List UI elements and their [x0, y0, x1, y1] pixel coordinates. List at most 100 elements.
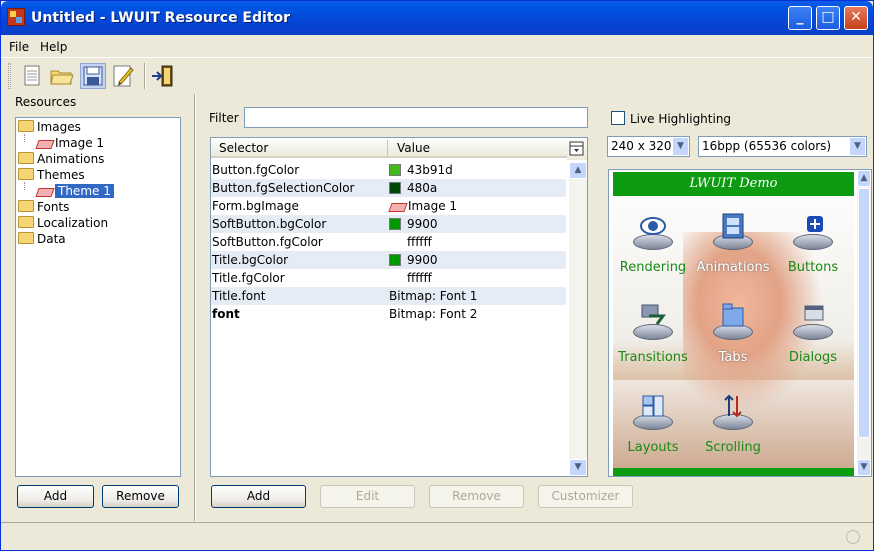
value-text: ffffff	[407, 235, 432, 249]
open-folder-icon	[50, 70, 74, 85]
resource-tree[interactable]: Images Image 1 Animations Themes Theme 1…	[15, 117, 181, 477]
add-theme-entry-button[interactable]: Add	[211, 485, 306, 508]
toolbar	[1, 59, 873, 93]
tree-node-theme-1[interactable]: Theme 1	[36, 183, 114, 199]
window-title: Untitled - LWUIT Resource Editor	[31, 10, 291, 26]
scroll-up-button[interactable]: ▲	[569, 162, 587, 179]
edit-button[interactable]	[110, 63, 136, 89]
table-row[interactable]: SoftButton.bgColor 9900	[211, 215, 566, 233]
soft-button-bar[interactable]	[613, 468, 854, 476]
tree-node-localization[interactable]: Localization	[18, 215, 108, 231]
selector-cell: Title.font	[212, 289, 266, 303]
demo-item-transitions[interactable]: Transitions	[613, 300, 693, 365]
table-row[interactable]: SoftButton.fgColor ffffff	[211, 233, 566, 251]
table-scrollbar[interactable]: ▲ ▼	[569, 162, 587, 476]
close-button[interactable]: ✕	[844, 6, 868, 30]
chevron-down-icon: ▼	[677, 141, 684, 151]
color-swatch	[389, 182, 401, 194]
color-swatch	[389, 272, 401, 284]
tree-line	[24, 182, 25, 190]
demo-item-buttons[interactable]: Buttons	[773, 210, 853, 275]
table-row[interactable]: Form.bgImage Image 1	[211, 197, 566, 215]
device-preview[interactable]: LWUIT Demo Rendering Animations Buttons …	[608, 169, 872, 477]
demo-item-dialogs[interactable]: Dialogs	[773, 300, 853, 365]
tree-line	[24, 134, 25, 142]
demo-item-layouts[interactable]: Layouts	[613, 390, 693, 455]
tree-node-animations[interactable]: Animations	[18, 151, 104, 167]
preview-scroll-up[interactable]: ▲	[857, 170, 871, 187]
toolbar-grip[interactable]	[8, 63, 11, 89]
table-row[interactable]: font Bitmap: Font 2	[211, 305, 566, 323]
value-text: Image 1	[408, 199, 458, 213]
film-icon	[722, 213, 744, 239]
demo-item-tabs[interactable]: Tabs	[693, 300, 773, 365]
column-chooser-icon	[569, 141, 584, 156]
chevron-up-icon: ▲	[574, 165, 582, 175]
tree-node-images[interactable]: Images	[18, 119, 81, 135]
preview-scroll-thumb[interactable]	[858, 188, 870, 438]
resolution-dropdown-button[interactable]: ▼	[672, 137, 689, 156]
column-selector[interactable]: Selector	[219, 141, 268, 155]
save-button[interactable]	[80, 63, 106, 89]
tree-label: Data	[37, 232, 66, 246]
selector-cell: Title.bgColor	[212, 253, 289, 267]
minimize-icon: _	[796, 9, 804, 25]
edit-theme-entry-button[interactable]: Edit	[320, 485, 415, 508]
demo-item-scrolling[interactable]: Scrolling	[693, 390, 773, 455]
demo-item-rendering[interactable]: Rendering	[613, 210, 693, 275]
layout-icon	[642, 395, 664, 417]
value-text: 480a	[407, 181, 438, 195]
split-divider[interactable]	[194, 94, 196, 521]
filter-label: Filter	[209, 111, 239, 125]
maximize-button[interactable]: □	[816, 6, 840, 30]
scroll-down-button[interactable]: ▼	[569, 459, 587, 476]
new-file-button[interactable]	[19, 63, 45, 89]
live-highlighting-checkbox[interactable]	[611, 111, 625, 125]
color-swatch	[389, 218, 401, 230]
table-row[interactable]: Title.bgColor 9900	[211, 251, 566, 269]
exit-button[interactable]	[150, 63, 176, 89]
resolution-select[interactable]: 240 x 320 ▼	[607, 136, 690, 157]
folder-icon	[18, 152, 34, 164]
tree-node-image-1[interactable]: Image 1	[36, 135, 104, 151]
chevron-down-icon: ▼	[854, 141, 861, 151]
preview-scroll-down[interactable]: ▼	[857, 459, 871, 476]
app-icon[interactable]	[7, 8, 25, 26]
table-row[interactable]: Title.fgColor ffffff	[211, 269, 566, 287]
filter-input[interactable]	[244, 107, 588, 128]
color-depth-value: 16bpp (65536 colors)	[702, 139, 832, 153]
phone-screen[interactable]: LWUIT Demo Rendering Animations Buttons …	[613, 172, 854, 476]
add-resource-button[interactable]: Add	[17, 485, 94, 508]
tree-node-fonts[interactable]: Fonts	[18, 199, 69, 215]
demo-item-animations[interactable]: Animations	[693, 210, 773, 275]
theme-table[interactable]: Selector Value Button.fgColor 43b91d Butto…	[210, 137, 588, 477]
plus-button-icon	[807, 216, 823, 232]
table-row[interactable]: Title.font Bitmap: Font 1	[211, 287, 566, 305]
table-header: Selector Value	[211, 138, 567, 158]
open-button[interactable]	[49, 63, 75, 89]
column-divider[interactable]	[387, 140, 388, 156]
table-row[interactable]: Button.fgColor 43b91d	[211, 161, 566, 179]
remove-resource-button[interactable]: Remove	[102, 485, 179, 508]
tree-label: Images	[37, 120, 81, 134]
tree-node-data[interactable]: Data	[18, 231, 66, 247]
dialog-icon	[804, 305, 824, 321]
value-cell: 9900	[389, 215, 438, 233]
scroll-arrows-icon	[724, 394, 742, 418]
menu-file[interactable]: File	[9, 40, 29, 54]
menu-bar: File Help	[1, 37, 873, 58]
menu-help[interactable]: Help	[40, 40, 67, 54]
remove-theme-entry-button[interactable]: Remove	[429, 485, 524, 508]
column-chooser-button[interactable]	[567, 138, 587, 160]
title-bar[interactable]: Untitled - LWUIT Resource Editor _ □ ✕	[1, 1, 873, 35]
color-depth-dropdown-button[interactable]: ▼	[849, 137, 866, 156]
color-depth-select[interactable]: 16bpp (65536 colors) ▼	[698, 136, 867, 157]
selector-cell: Form.bgImage	[212, 199, 299, 213]
customizer-button[interactable]: Customizer	[538, 485, 633, 508]
tree-node-themes[interactable]: Themes	[18, 167, 85, 183]
preview-scrollbar[interactable]: ▲ ▼	[857, 170, 871, 476]
main-window: Untitled - LWUIT Resource Editor _ □ ✕ F…	[0, 0, 874, 551]
column-value[interactable]: Value	[397, 141, 430, 155]
minimize-button[interactable]: _	[788, 6, 812, 30]
table-row[interactable]: Button.fgSelectionColor 480a	[211, 179, 566, 197]
